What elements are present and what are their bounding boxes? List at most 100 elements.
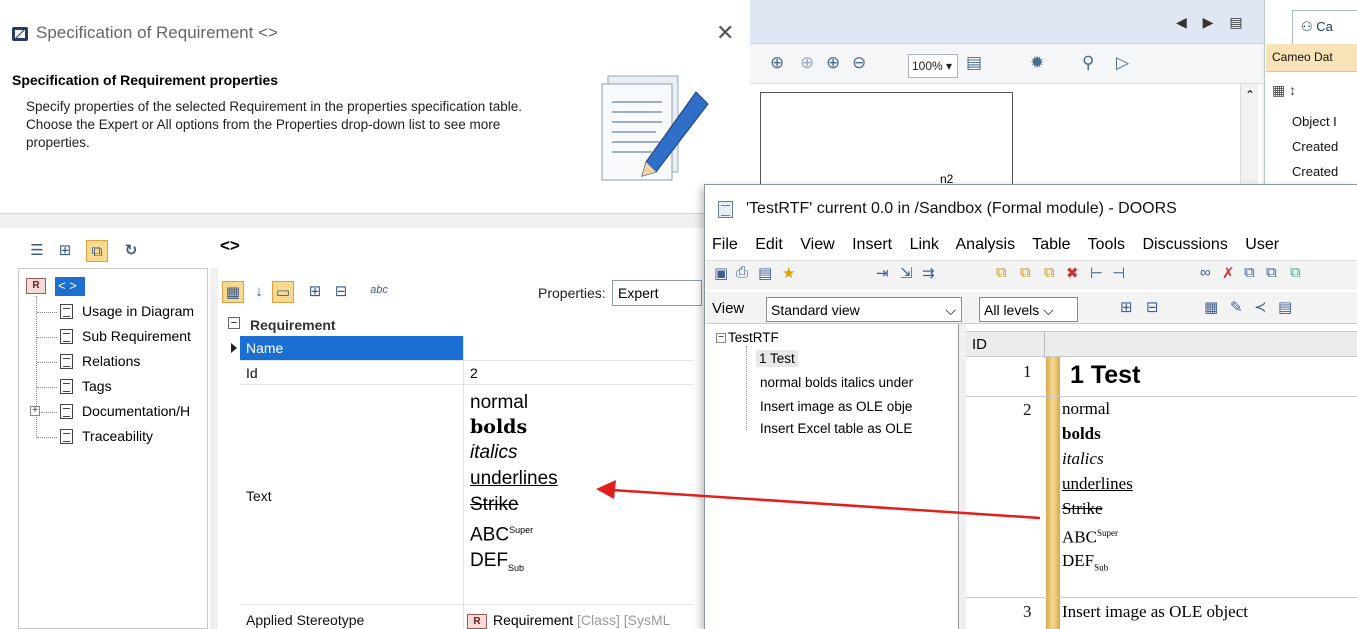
rich-text-underline: underlines (470, 468, 558, 489)
link-out-icon[interactable]: ⧉ (1020, 264, 1031, 281)
doors-tree-item[interactable]: Insert Excel table as OLE (760, 421, 912, 436)
tree-icon[interactable]: ⊞ (54, 240, 76, 262)
row-divider (240, 384, 694, 385)
scroll-up-icon[interactable]: ⌃ (1245, 88, 1255, 102)
zoom-select[interactable]: 100% ▾ (908, 54, 958, 78)
categorized-icon[interactable]: ▦ ↕ (1272, 82, 1296, 99)
tree-guide (36, 296, 37, 438)
delete-link-icon[interactable]: ✖ (1066, 264, 1079, 282)
doors-tree-item[interactable]: normal bolds italics under (760, 375, 913, 390)
sort-icon[interactable]: ⊟ (1146, 298, 1159, 316)
properties-filter-select[interactable]: Expert (612, 280, 702, 306)
doors-tree-item[interactable]: 1 Test (756, 350, 798, 367)
chain-icon[interactable]: ∞ (1200, 264, 1211, 281)
tab-scroll-arrows[interactable]: ◀ ▶ ▤ (1176, 14, 1249, 31)
zoom-in-icon[interactable]: ⊕ (826, 53, 840, 73)
object-heading[interactable]: 1 Test (1070, 361, 1140, 390)
collapse-toggle-icon[interactable]: − (228, 317, 240, 329)
insert-below-icon[interactable]: ⇲ (900, 264, 913, 282)
menu-view[interactable]: View (800, 236, 834, 253)
row-pointer-icon (231, 343, 237, 353)
list-icon[interactable]: ☰ (26, 240, 48, 262)
zoom-selection-icon[interactable]: ⊕ (800, 53, 814, 73)
row-id: 3 (1023, 602, 1032, 621)
tree-item-documentation[interactable]: Documentation/H (60, 403, 190, 423)
properties-icon[interactable]: ▤ (758, 264, 772, 282)
favorite-icon[interactable]: ★ (782, 264, 795, 282)
copy-icon[interactable]: ⧉ (86, 240, 108, 262)
menu-link[interactable]: Link (910, 236, 939, 253)
property-value-stereotype[interactable]: Requirement [Class] [SysML (493, 612, 670, 628)
link-add-icon[interactable]: ⧉ (1244, 264, 1255, 281)
menu-edit[interactable]: Edit (755, 236, 783, 253)
settings-icon[interactable]: ✹ (1030, 53, 1044, 73)
tree-item-tags[interactable]: Tags (60, 378, 112, 398)
chevron-down-icon: ⌵ (945, 302, 956, 318)
section-requirement[interactable]: Requirement (224, 314, 694, 336)
doors-splitter[interactable] (958, 324, 966, 629)
rich-text-normal: normal (470, 392, 529, 413)
tree-guide (37, 312, 57, 313)
play-icon[interactable]: ▷ (1116, 53, 1129, 73)
grid-icon[interactable]: ▦ (1204, 298, 1218, 316)
link-icon[interactable]: ⧉ (996, 264, 1007, 281)
canvas-scrollbar[interactable]: ⌃ (1240, 84, 1258, 184)
hierarchy-icon[interactable]: ⊢ (1090, 264, 1103, 282)
link-remove-icon[interactable]: ⧉ (1266, 264, 1277, 281)
insert-object-icon[interactable]: ⇥ (876, 264, 889, 282)
filter-icon[interactable]: ⊞ (1120, 298, 1133, 316)
collapse-toggle-icon[interactable]: − (716, 333, 726, 343)
categorized-icon[interactable]: ▦ (222, 281, 244, 303)
id-column-header[interactable]: ID (972, 336, 987, 353)
menu-user[interactable]: User (1245, 236, 1279, 253)
view-label: View (712, 300, 745, 317)
levels-select[interactable]: All levels ⌵ (979, 297, 1078, 322)
share-icon[interactable]: ≺ (1254, 298, 1267, 316)
document-icon (60, 354, 73, 369)
doors-tree-item[interactable]: Insert image as OLE obje (760, 399, 912, 414)
table-icon[interactable]: ▤ (1278, 298, 1292, 316)
tree-item-traceability[interactable]: Traceability (60, 428, 153, 448)
view-select[interactable]: Standard view ⌵ (766, 297, 962, 322)
hierarchy2-icon[interactable]: ⊣ (1112, 264, 1125, 282)
search-icon[interactable]: ⚲ (1082, 53, 1094, 73)
menu-file[interactable]: File (712, 236, 738, 253)
property-key-text: Text (246, 488, 272, 504)
tree-item-sub-requirement[interactable]: Sub Requirement (60, 328, 191, 348)
module-icon (718, 201, 733, 218)
close-icon[interactable]: ✕ (716, 20, 734, 46)
expand-all-icon[interactable]: ⊞ (304, 281, 326, 303)
group-icon[interactable]: ▭ (272, 281, 294, 303)
save-icon[interactable]: ▣ (714, 264, 728, 282)
tree-root-selected[interactable]: < > (55, 277, 85, 296)
row-divider (240, 360, 694, 361)
menu-analysis[interactable]: Analysis (956, 236, 1016, 253)
collapse-all-icon[interactable]: ⊟ (330, 281, 352, 303)
menu-table[interactable]: Table (1032, 236, 1070, 253)
refresh-icon[interactable]: ↻ (120, 240, 142, 262)
layout-icon[interactable]: ▤ (966, 53, 982, 73)
link-green-icon[interactable]: ⧉ (1290, 264, 1301, 281)
link-in-icon[interactable]: ⧉ (1044, 264, 1055, 281)
menu-tools[interactable]: Tools (1088, 236, 1125, 253)
zoom-out-icon[interactable]: ⊖ (852, 53, 866, 73)
expand-toggle-icon[interactable]: + (30, 406, 40, 416)
zoom-fit-icon[interactable]: ⊕ (770, 53, 784, 73)
print-icon[interactable]: ⎙ (736, 264, 748, 281)
tree-item-usage-in-diagram[interactable]: Usage in Diagram (60, 303, 194, 323)
tree-item-relations[interactable]: Relations (60, 353, 140, 373)
property-value-id[interactable]: 2 (470, 365, 478, 381)
object-text[interactable]: Insert image as OLE object (1062, 599, 1248, 624)
property-row-name[interactable]: Name (231, 336, 464, 360)
requirement-badge: R (26, 278, 46, 294)
doors-tree-root[interactable]: TestRTF (728, 330, 779, 345)
tree-splitter[interactable] (210, 268, 218, 629)
sort-alpha-icon[interactable]: ↓ (248, 281, 270, 303)
insert-right-icon[interactable]: ⇉ (922, 264, 935, 282)
edit-icon[interactable]: ✎ (1230, 298, 1243, 316)
menu-discussions[interactable]: Discussions (1142, 236, 1227, 253)
unchain-icon[interactable]: ✗ (1222, 264, 1235, 282)
menu-insert[interactable]: Insert (852, 236, 892, 253)
cameo-tab[interactable]: ⚇ Ca (1292, 10, 1357, 44)
abc-icon[interactable]: abc (368, 279, 390, 301)
